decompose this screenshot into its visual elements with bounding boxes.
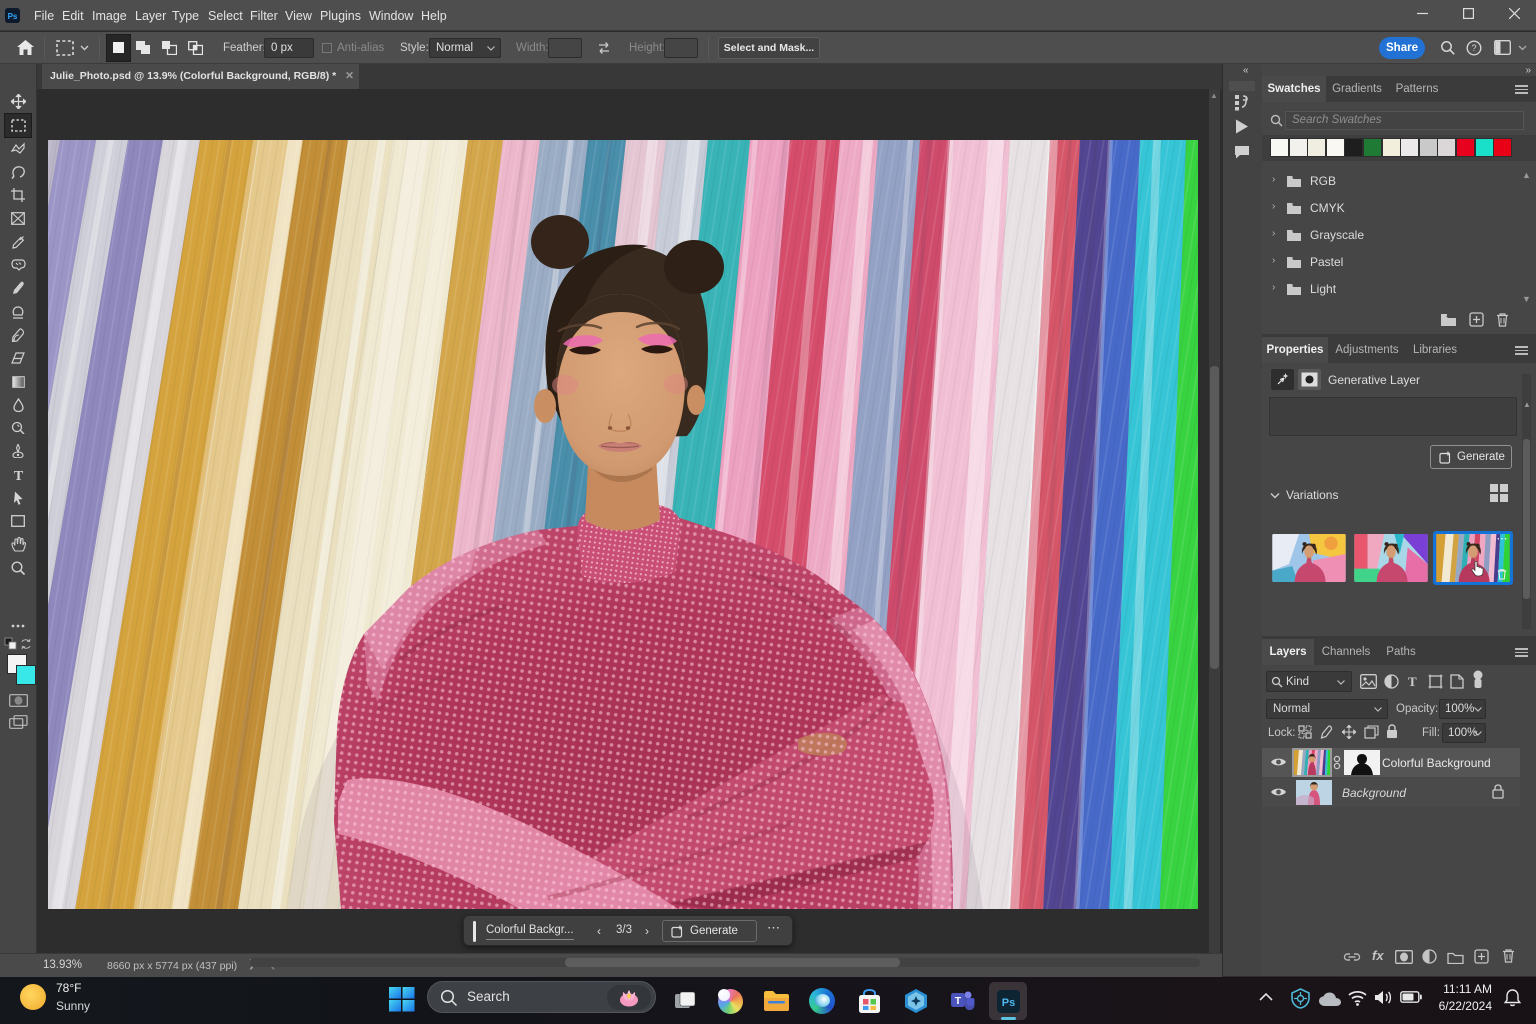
svg-text:?: ? xyxy=(1471,43,1476,53)
svg-text:T: T xyxy=(13,469,23,481)
svg-text:Ps: Ps xyxy=(1002,997,1015,1009)
svg-text:Ps: Ps xyxy=(8,12,18,21)
svg-text:T: T xyxy=(955,995,962,1007)
